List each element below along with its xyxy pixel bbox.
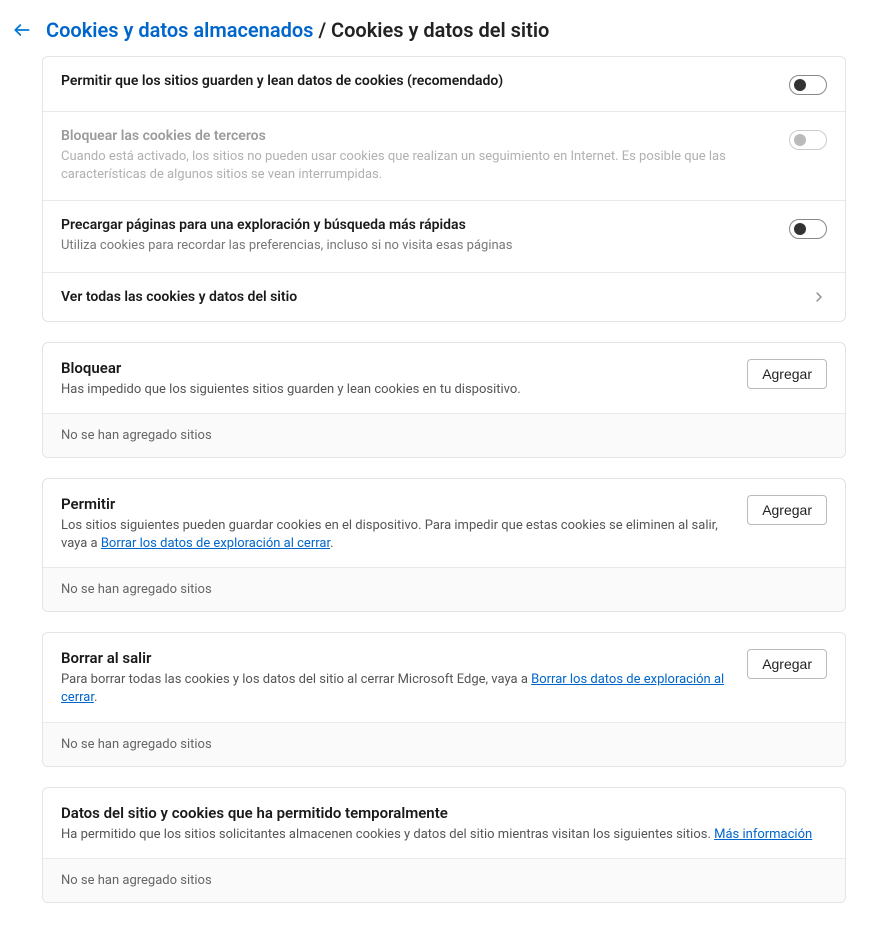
- block-third-party-toggle: [789, 130, 827, 150]
- temp-allowed-more-info-link[interactable]: Más información: [714, 827, 812, 842]
- allow-cookies-row: Permitir que los sitios guarden y lean d…: [43, 57, 845, 112]
- allow-section-head: Permitir Los sitios siguientes pueden gu…: [43, 479, 845, 568]
- back-arrow-icon[interactable]: [12, 20, 32, 40]
- block-add-button[interactable]: Agregar: [747, 359, 827, 389]
- block-section: Bloquear Has impedido que los siguientes…: [42, 342, 846, 458]
- chevron-right-icon: [811, 289, 827, 305]
- block-section-head: Bloquear Has impedido que los siguientes…: [43, 343, 845, 414]
- block-third-party-title: Bloquear las cookies de terceros: [61, 128, 777, 144]
- temp-allowed-title: Datos del sitio y cookies que ha permiti…: [61, 804, 827, 822]
- allow-empty-message: No se han agregado sitios: [43, 568, 845, 611]
- clear-on-exit-desc: Para borrar todas las cookies y los dato…: [61, 671, 735, 707]
- temp-allowed-empty-message: No se han agregado sitios: [43, 859, 845, 902]
- allow-cookies-title: Permitir que los sitios guarden y lean d…: [61, 73, 777, 89]
- preload-toggle[interactable]: [789, 219, 827, 239]
- temp-allowed-desc: Ha permitido que los sitios solicitantes…: [61, 826, 827, 844]
- cookie-settings-card: Permitir que los sitios guarden y lean d…: [42, 56, 846, 322]
- see-all-cookies-row[interactable]: Ver todas las cookies y datos del sitio: [43, 273, 845, 321]
- breadcrumb-parent-link[interactable]: Cookies y datos almacenados: [46, 18, 313, 42]
- clear-on-exit-section: Borrar al salir Para borrar todas las co…: [42, 632, 846, 766]
- block-third-party-desc: Cuando está activado, los sitios no pued…: [61, 148, 777, 184]
- block-section-title: Bloquear: [61, 359, 735, 377]
- breadcrumb-separator: /: [318, 18, 331, 42]
- clear-on-exit-section-head: Borrar al salir Para borrar todas las co…: [43, 633, 845, 722]
- allow-cookies-toggle[interactable]: [789, 75, 827, 95]
- temp-allowed-section-head: Datos del sitio y cookies que ha permiti…: [43, 788, 845, 859]
- clear-on-exit-title: Borrar al salir: [61, 649, 735, 667]
- allow-add-button[interactable]: Agregar: [747, 495, 827, 525]
- allow-section-desc: Los sitios siguientes pueden guardar coo…: [61, 517, 735, 553]
- allow-clear-data-link[interactable]: Borrar los datos de exploración al cerra…: [101, 536, 330, 551]
- allow-section: Permitir Los sitios siguientes pueden gu…: [42, 478, 846, 612]
- preload-title: Precargar páginas para una exploración y…: [61, 217, 777, 233]
- see-all-cookies-title: Ver todas las cookies y datos del sitio: [61, 289, 799, 305]
- block-section-desc: Has impedido que los siguientes sitios g…: [61, 381, 735, 399]
- clear-on-exit-empty-message: No se han agregado sitios: [43, 723, 845, 766]
- preload-desc: Utiliza cookies para recordar las prefer…: [61, 237, 777, 255]
- block-empty-message: No se han agregado sitios: [43, 414, 845, 457]
- breadcrumb-current: Cookies y datos del sitio: [331, 18, 549, 42]
- breadcrumb: Cookies y datos almacenados / Cookies y …: [46, 18, 549, 42]
- clear-on-exit-add-button[interactable]: Agregar: [747, 649, 827, 679]
- page-header: Cookies y datos almacenados / Cookies y …: [0, 18, 888, 56]
- preload-row: Precargar páginas para una exploración y…: [43, 201, 845, 272]
- allow-section-title: Permitir: [61, 495, 735, 513]
- temp-allowed-section: Datos del sitio y cookies que ha permiti…: [42, 787, 846, 903]
- block-third-party-row: Bloquear las cookies de terceros Cuando …: [43, 112, 845, 201]
